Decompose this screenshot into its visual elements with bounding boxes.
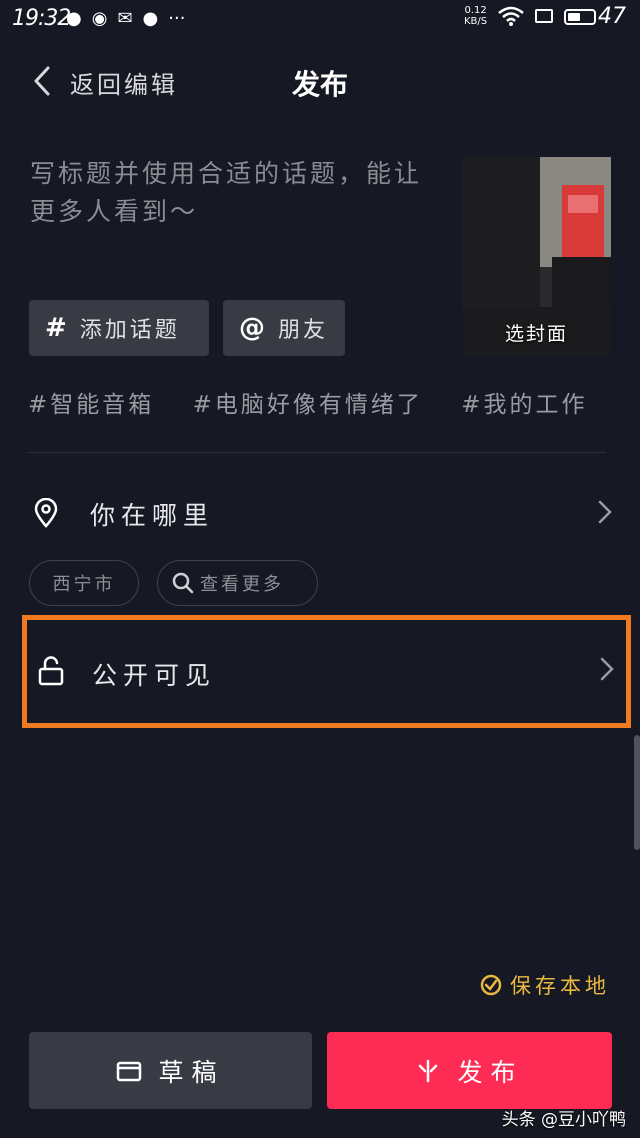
suggested-tag[interactable]: #电脑好像有情绪了 bbox=[193, 392, 423, 418]
mail-icon: ✉ bbox=[117, 8, 133, 29]
location-label: 你在哪里 bbox=[90, 501, 215, 530]
more-icon: ··· bbox=[168, 8, 186, 29]
suggested-tags: #智能音箱 #电脑好像有情绪了 #我的工作 bbox=[28, 385, 640, 419]
battery-icon bbox=[564, 9, 596, 25]
draft-button[interactable]: 草稿 bbox=[29, 1032, 312, 1109]
divider bbox=[28, 452, 606, 453]
caption-input[interactable]: 写标题并使用合适的话题，能让更多人看到～ bbox=[30, 155, 430, 231]
location-more-label: 查看更多 bbox=[200, 574, 284, 595]
hashtag-icon: # bbox=[45, 313, 70, 343]
save-local-label: 保存本地 bbox=[510, 974, 610, 998]
search-icon bbox=[172, 572, 194, 594]
status-bar: 19:32 ● ◉ ✉ ● ··· 0.12 KB/S 47 bbox=[0, 0, 640, 40]
mention-friend-button[interactable]: @ 朋友 bbox=[223, 300, 345, 356]
unlock-icon bbox=[38, 656, 64, 686]
publish-button[interactable]: 发布 bbox=[327, 1032, 612, 1109]
select-cover-label: 选封面 bbox=[504, 323, 568, 345]
save-local-toggle[interactable]: 保存本地 bbox=[480, 970, 610, 1000]
publish-spark-icon bbox=[419, 1059, 438, 1082]
page-title: 发布 bbox=[291, 68, 348, 101]
location-row[interactable]: 你在哪里 bbox=[0, 480, 640, 544]
top-bar: 返回编辑 发布 bbox=[0, 45, 640, 115]
location-more-button[interactable]: 查看更多 bbox=[157, 560, 318, 606]
draft-label: 草稿 bbox=[158, 1057, 225, 1087]
chat-icon: ● bbox=[142, 8, 159, 29]
notification-icon: ● bbox=[66, 8, 82, 29]
location-chip-city[interactable]: 西宁市 bbox=[29, 560, 139, 606]
scrollbar[interactable] bbox=[634, 735, 640, 850]
notification-icons: ● ◉ ✉ ● ··· bbox=[66, 8, 185, 29]
privacy-visibility-row[interactable]: 公开可见 bbox=[22, 615, 631, 728]
privacy-label: 公开可见 bbox=[92, 661, 217, 690]
chevron-right-icon bbox=[598, 500, 612, 524]
publish-label: 发布 bbox=[457, 1057, 524, 1087]
check-circle-icon bbox=[480, 974, 502, 996]
suggested-tag[interactable]: #智能音箱 bbox=[28, 392, 154, 418]
draft-box-icon bbox=[117, 1061, 142, 1081]
mention-friend-label: 朋友 bbox=[278, 318, 329, 343]
location-pin-icon bbox=[34, 498, 58, 528]
net-speed-value: 0.12 bbox=[464, 5, 487, 16]
battery-level: 47 bbox=[598, 4, 626, 29]
screen-icon bbox=[535, 9, 553, 23]
wifi-icon bbox=[498, 6, 524, 26]
net-speed: 0.12 KB/S bbox=[464, 5, 487, 27]
at-icon: @ bbox=[239, 313, 268, 343]
net-speed-unit: KB/S bbox=[464, 16, 488, 27]
chevron-right-icon bbox=[600, 657, 614, 681]
suggested-tag[interactable]: #我的工作 bbox=[461, 392, 587, 418]
add-topic-button[interactable]: # 添加话题 bbox=[29, 300, 209, 356]
add-topic-label: 添加话题 bbox=[79, 318, 180, 343]
cover-selector[interactable]: 选封面 bbox=[462, 157, 611, 356]
status-time: 19:32 bbox=[12, 6, 71, 31]
notification-icon: ◉ bbox=[91, 8, 108, 29]
source-watermark: 头条 @豆小吖鸭 bbox=[501, 1110, 626, 1130]
